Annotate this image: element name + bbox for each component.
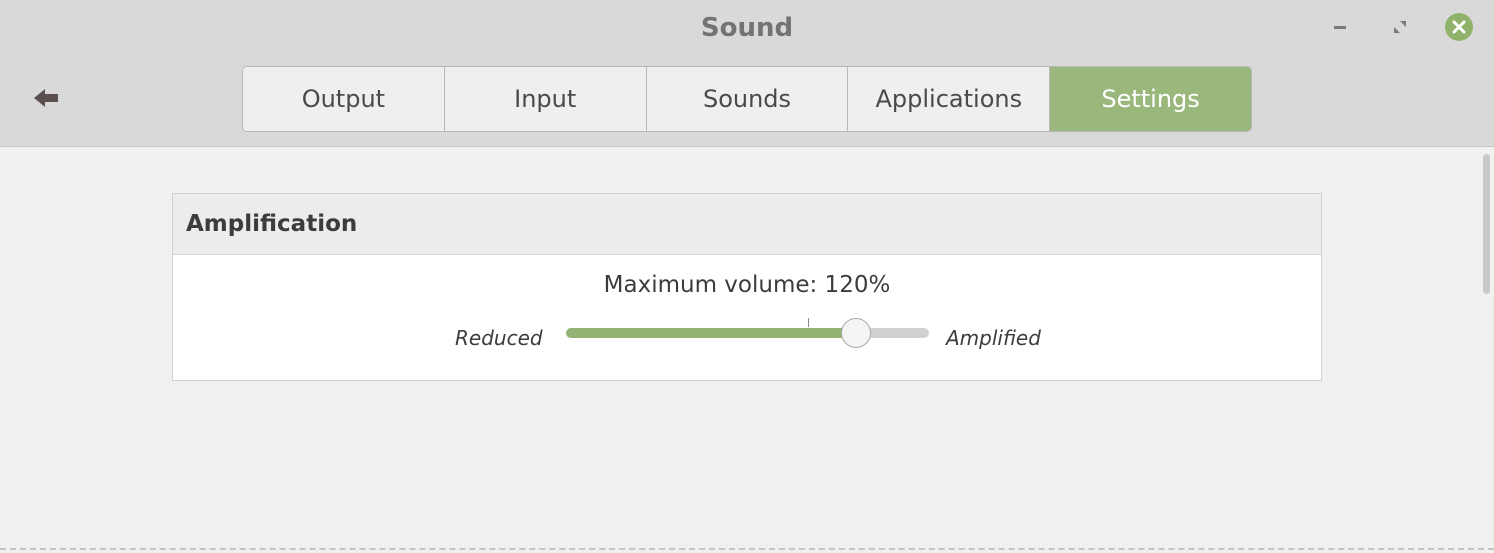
tab-bar: Output Input Sounds Applications Setting… (242, 66, 1252, 132)
slider-fill (566, 328, 857, 338)
tab-sounds[interactable]: Sounds (646, 67, 849, 131)
slider-knob[interactable] (841, 318, 872, 348)
tab-applications[interactable]: Applications (848, 67, 1051, 131)
tab-input[interactable]: Input (444, 67, 647, 131)
section-title: Amplification (173, 194, 1321, 255)
max-volume-label: Maximum volume: 120% (603, 272, 891, 298)
bottom-divider (0, 548, 1494, 550)
reduced-label: Reduced (455, 326, 543, 350)
window-title: Sound (700, 13, 794, 43)
max-volume-slider[interactable] (566, 318, 929, 350)
amplified-label: Amplified (946, 326, 1041, 350)
maximize-icon (1394, 21, 1406, 33)
close-button[interactable] (1444, 12, 1474, 42)
vertical-scrollbar[interactable] (1483, 154, 1490, 294)
back-button[interactable] (28, 84, 64, 114)
amplification-panel: Amplification Maximum volume: 120% Reduc… (172, 193, 1322, 381)
tab-output[interactable]: Output (243, 67, 445, 131)
tab-settings[interactable]: Settings (1050, 67, 1251, 131)
maximize-button[interactable] (1385, 12, 1415, 42)
slider-100-mark (808, 318, 809, 327)
back-arrow-icon (34, 89, 58, 107)
minimize-icon (1334, 26, 1346, 29)
header-bar: Sound Output Input Sounds Applications S… (0, 0, 1494, 147)
close-icon (1445, 13, 1473, 41)
minimize-button[interactable] (1325, 12, 1355, 42)
